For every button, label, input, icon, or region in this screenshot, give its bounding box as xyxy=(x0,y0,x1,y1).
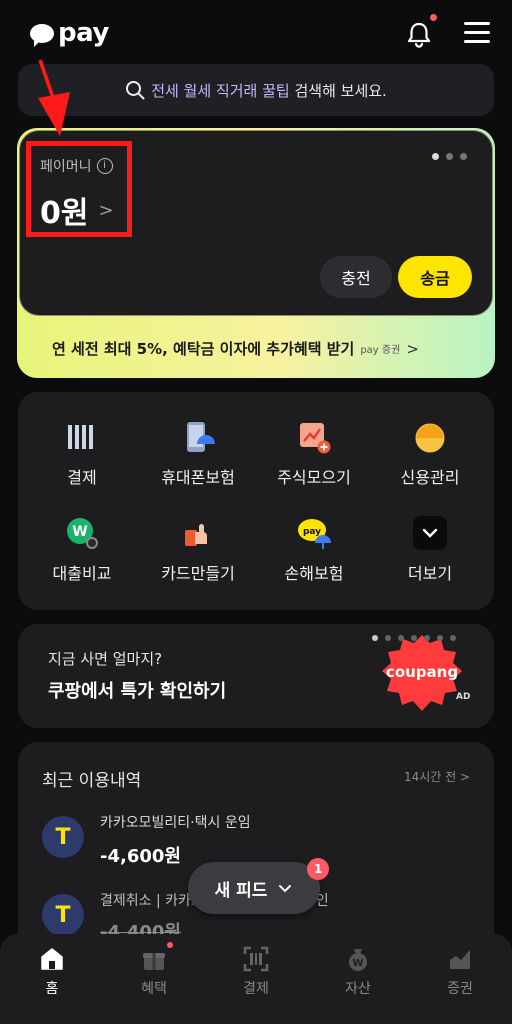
deposit-interest-promo[interactable]: 연 세전 최대 5%, 예탁금 이자에 추가혜택 받기 pay 증권 > xyxy=(52,338,419,359)
nav-assets[interactable]: W 자산 xyxy=(318,946,398,998)
page-dot xyxy=(446,153,453,160)
loan-compare-icon: W xyxy=(65,516,99,550)
charge-button[interactable]: 충전 xyxy=(320,256,392,298)
bell-icon xyxy=(407,22,431,48)
service-label: 휴대폰보험 xyxy=(161,468,235,487)
coupang-badge-icon: coupang xyxy=(382,635,462,711)
logo-text: pay xyxy=(58,18,109,48)
nav-label: 증권 xyxy=(447,981,473,997)
gift-icon xyxy=(141,942,173,972)
hamburger-menu-button[interactable] xyxy=(464,22,490,44)
menu-line xyxy=(464,31,490,34)
service-credit-management[interactable]: 신용관리 xyxy=(370,420,490,488)
chevron-right-icon: > xyxy=(460,770,471,784)
search-bar[interactable]: 전세 월세 직거래 꿀팁 검색해 보세요. xyxy=(18,64,494,116)
stock-icon xyxy=(447,946,473,972)
nav-home[interactable]: 홈 xyxy=(12,946,92,998)
phone-insurance-icon xyxy=(181,420,215,454)
menu-line xyxy=(464,40,490,43)
feed-label: 새 피드 xyxy=(214,880,268,901)
promo-text: 연 세전 최대 5%, 예탁금 이자에 추가혜택 받기 xyxy=(52,340,355,358)
banner-title: 쿠팡에서 특가 확인하기 xyxy=(48,681,227,702)
red-arrow-icon xyxy=(38,59,70,136)
taxi-icon: T xyxy=(42,894,84,936)
banner-subtitle: 지금 사면 얼마지? xyxy=(48,650,163,668)
kakaopay-logo[interactable]: pay xyxy=(30,18,109,48)
service-label: 카드만들기 xyxy=(161,564,235,583)
service-more[interactable]: 더보기 xyxy=(370,516,490,584)
service-phone-insurance[interactable]: 휴대폰보험 xyxy=(138,420,258,488)
notification-button[interactable] xyxy=(404,14,437,50)
nav-label: 결제 xyxy=(243,981,269,997)
nav-label: 혜택 xyxy=(141,981,167,997)
nav-securities[interactable]: 증권 xyxy=(420,946,500,998)
page-dot xyxy=(398,635,404,641)
scan-icon xyxy=(243,946,269,972)
banner-page-indicator xyxy=(372,635,456,641)
svg-text:W: W xyxy=(352,958,363,969)
service-general-insurance[interactable]: pay 손해보험 xyxy=(254,516,374,584)
taxi-icon: T xyxy=(42,816,84,858)
card-hand-icon xyxy=(181,516,215,550)
history-time: 14시간 전 xyxy=(404,770,457,784)
page-dot xyxy=(424,635,430,641)
service-label: 더보기 xyxy=(407,564,453,583)
notification-dot xyxy=(167,942,173,948)
page-dot xyxy=(460,153,467,160)
page-dot xyxy=(385,635,391,641)
card-page-indicator xyxy=(432,153,467,160)
nav-payment[interactable]: 결제 xyxy=(216,946,296,998)
chevron-down-icon xyxy=(413,516,447,550)
service-label: 대출비교 xyxy=(52,564,112,583)
page-dot xyxy=(411,635,417,641)
new-feed-button[interactable]: 새 피드 xyxy=(188,862,320,914)
feed-count-badge: 1 xyxy=(307,858,329,880)
highlight-box xyxy=(26,141,132,237)
page-dot xyxy=(432,153,439,160)
stock-chart-icon xyxy=(297,420,331,454)
service-label: 손해보험 xyxy=(284,564,344,583)
promo-brand: pay 증권 xyxy=(360,345,401,356)
menu-line xyxy=(464,22,490,25)
page-dot xyxy=(372,635,378,641)
barcode-icon xyxy=(65,420,99,454)
search-icon xyxy=(126,81,145,100)
credit-gauge-icon xyxy=(413,420,447,454)
service-payment[interactable]: 결제 xyxy=(22,420,142,488)
money-bag-icon: W xyxy=(345,946,371,972)
nav-benefits[interactable]: 혜택 xyxy=(114,942,194,998)
svg-text:pay: pay xyxy=(303,527,321,537)
page-dot xyxy=(437,635,443,641)
history-title: 최근 이용내역 xyxy=(42,771,142,791)
transaction-amount: -4,600원 xyxy=(100,846,181,867)
send-button[interactable]: 송금 xyxy=(398,256,472,298)
service-card-apply[interactable]: 카드만들기 xyxy=(138,516,258,584)
service-stock-saving[interactable]: 주식모으기 xyxy=(254,420,374,488)
service-label: 신용관리 xyxy=(400,468,460,487)
transaction-name[interactable]: 카카오모빌리티·택시 운임 xyxy=(100,812,251,832)
chevron-down-icon xyxy=(279,885,292,893)
search-placeholder: 검색해 보세요. xyxy=(289,81,387,100)
home-icon xyxy=(39,946,65,972)
svg-text:W: W xyxy=(72,524,87,540)
chat-bubble-icon xyxy=(30,23,54,47)
page-dot xyxy=(450,635,456,641)
chevron-right-icon: > xyxy=(406,339,419,358)
pay-umbrella-icon: pay xyxy=(297,516,331,550)
search-highlight: 전세 월세 직거래 꿀팁 xyxy=(151,81,290,100)
ad-label: AD xyxy=(456,692,471,702)
notification-dot xyxy=(430,14,437,21)
service-label: 결제 xyxy=(67,468,97,487)
service-label: 주식모으기 xyxy=(277,468,351,487)
history-more-link[interactable]: 14시간 전 > xyxy=(404,768,470,785)
nav-label: 자산 xyxy=(345,981,371,997)
service-loan-compare[interactable]: W 대출비교 xyxy=(22,516,142,584)
nav-label: 홈 xyxy=(45,981,59,997)
svg-text:coupang: coupang xyxy=(386,663,458,681)
